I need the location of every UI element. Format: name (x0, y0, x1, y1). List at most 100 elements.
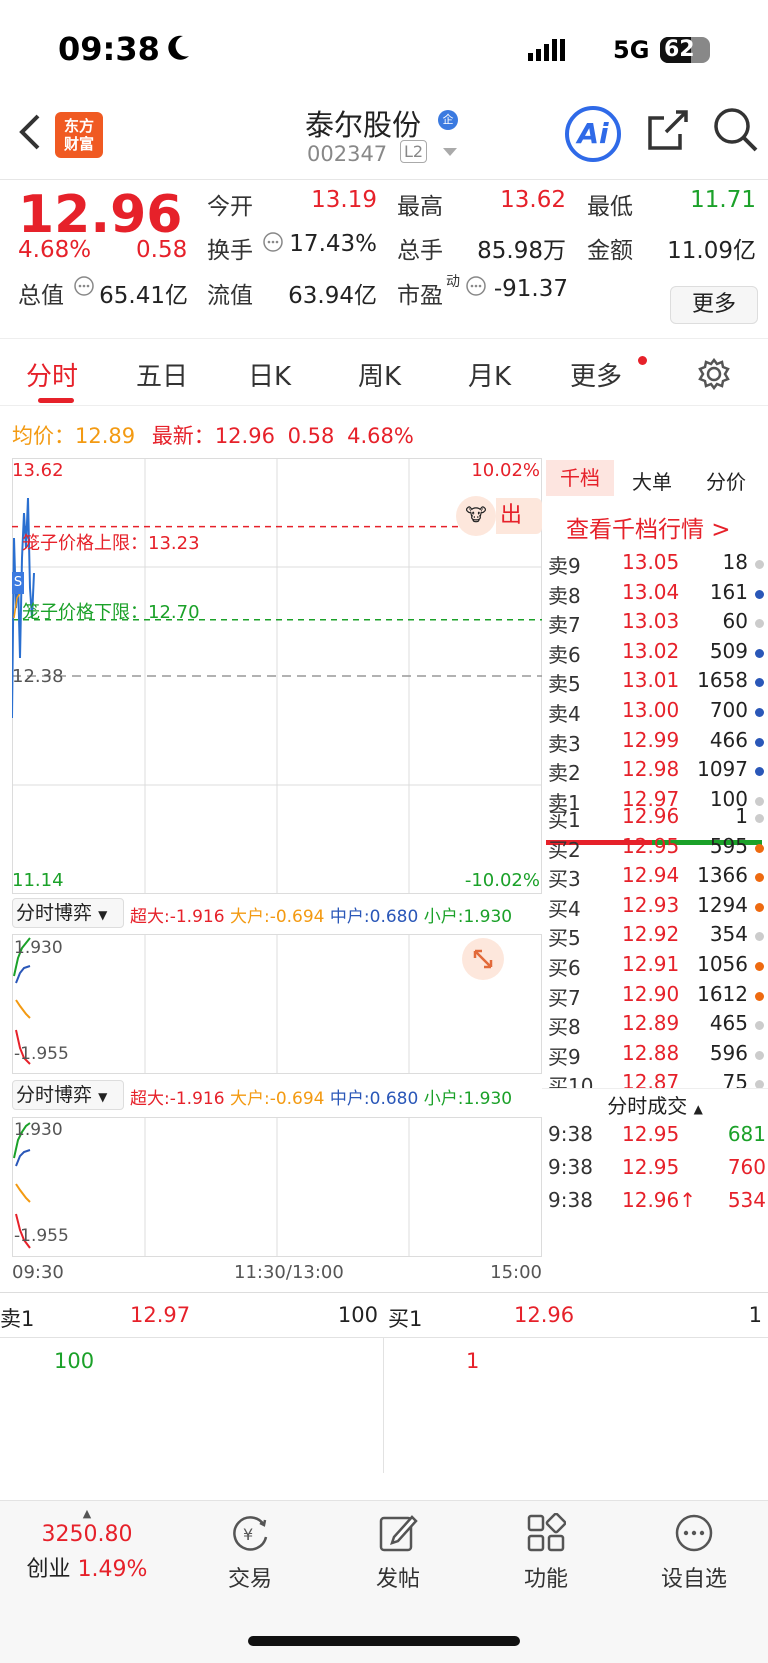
tab-intraday[interactable]: 分时 (26, 356, 78, 393)
change-amount: 0.58 (136, 237, 188, 263)
trade-yen-icon: ¥ (233, 1516, 268, 1551)
level2-badge[interactable]: L2 (400, 140, 428, 163)
prev-close-price: 12.38 (12, 666, 64, 687)
sell-marker[interactable]: S (12, 572, 24, 594)
chevron-down-icon[interactable] (442, 146, 458, 158)
tab-more[interactable]: 更多 (570, 356, 622, 393)
functions-tab[interactable]: 功能 (471, 1501, 621, 1593)
bid-volume: 1056 (697, 952, 748, 976)
exit-button[interactable]: 出 (496, 498, 542, 534)
trade-tab[interactable]: ¥ 交易 (175, 1501, 325, 1593)
bid-volume: 595 (709, 833, 748, 858)
chart-low-price: 11.14 (12, 870, 64, 891)
more-button[interactable]: 更多 (670, 286, 758, 324)
ask-row: 卖4 13.00 700 (548, 698, 768, 728)
ask-price: 13.03 (622, 609, 680, 634)
tab-thousand-level[interactable]: 千档 (546, 460, 614, 496)
trade-row: 9:38 12.95 760 (548, 1155, 768, 1185)
bid-level: 买9 (548, 1044, 581, 1069)
amount-value: 11.09亿 (667, 238, 756, 264)
order-dot (755, 560, 764, 569)
bid-level: 买3 (548, 867, 581, 892)
info-icon[interactable] (465, 275, 487, 297)
trade-time: 9:38 (548, 1155, 593, 1179)
sell1-label: 卖1 (0, 1307, 35, 1331)
ask-level: 卖6 (548, 642, 581, 667)
view-full-book-link[interactable]: 查看千档行情 > (566, 510, 731, 544)
time-label-open: 09:30 (12, 1262, 64, 1283)
float-label: 流值 (207, 283, 253, 309)
ask-row: 卖3 12.99 466 (548, 728, 768, 758)
ask-row: 卖6 13.02 509 (548, 639, 768, 669)
indicator-select[interactable]: 分时博弈 ▼ (12, 1080, 124, 1110)
indicator-select[interactable]: 分时博弈 ▼ (12, 898, 124, 928)
tab-price-dist[interactable]: 分价 (706, 466, 746, 495)
order-dot (755, 1050, 764, 1060)
search-icon[interactable] (712, 106, 758, 154)
ai-button[interactable]: Ai (565, 106, 621, 162)
ask-volume: 18 (722, 550, 748, 574)
ask-row: 卖8 13.04 161 (548, 580, 768, 610)
add-watchlist-tab[interactable]: 设自选 (619, 1501, 768, 1593)
time-label-noon: 11:30/13:00 (234, 1262, 344, 1283)
expand-icon[interactable] (462, 938, 504, 980)
bid-price: 12.91 (622, 952, 680, 976)
order-dot (755, 932, 764, 942)
mascot-icon[interactable]: 🐮 (456, 496, 496, 536)
avg-label: 均价： (12, 424, 75, 448)
order-dot (755, 737, 764, 747)
ask-price: 13.05 (622, 550, 680, 574)
latest-value: 12.96 (214, 424, 275, 448)
order-dot (755, 767, 764, 777)
stock-code: 002347 (307, 142, 388, 166)
ask-row: 卖2 12.98 1097 (548, 757, 768, 787)
grid-apps-icon (527, 1512, 567, 1552)
latest-change: 0.58 (287, 424, 335, 448)
ask-row: 卖7 13.03 60 (548, 609, 768, 639)
bid-level: 买6 (548, 956, 581, 980)
bid-price: 12.95 (622, 833, 680, 858)
back-icon[interactable] (18, 112, 42, 152)
settings-gear-icon[interactable] (698, 358, 730, 390)
ask-volume: 466 (709, 727, 748, 752)
svg-text:¥: ¥ (243, 1525, 253, 1544)
chart-canvas (12, 458, 542, 1257)
index-ticker[interactable]: ▲ 3250.80 创业 1.49% (12, 1501, 162, 1583)
ask-price: 12.98 (622, 757, 680, 782)
ask-level: 卖9 (548, 554, 581, 578)
trade-volume: 534 (727, 1188, 766, 1212)
mcap-value: 65.41亿 (99, 283, 188, 309)
tab-five-day[interactable]: 五日 (136, 356, 188, 393)
moon-icon (168, 35, 189, 60)
sell1-volume: 100 (337, 1303, 378, 1327)
intraday-chart[interactable]: 13.62 10.02% 12.38 11.14 -10.02% 笼子价格上限：… (12, 458, 542, 1288)
tab-monthly-k[interactable]: 月K (468, 356, 511, 393)
trade-time: 9:38 (548, 1188, 593, 1212)
clock: 09:38 (58, 30, 160, 68)
trade-price: 12.95 (622, 1122, 680, 1146)
tab-big-order[interactable]: 大单 (632, 466, 672, 495)
chart-low-pct: -10.02% (464, 870, 540, 891)
ask-volume: 700 (709, 698, 748, 722)
period-tabs: 分时 五日 日K 周K 月K 更多 (0, 340, 768, 406)
ask-price: 13.01 (622, 668, 680, 693)
share-icon[interactable] (646, 108, 690, 152)
money-flow-legend: 超大:-1.916 大户:-0.694 中户:0.680 小户:1.930 (130, 907, 513, 927)
notification-dot (638, 356, 647, 365)
tab-weekly-k[interactable]: 周K (358, 356, 401, 393)
app-logo[interactable]: 东方 财富 (55, 112, 103, 158)
more-dots-icon (675, 1514, 713, 1552)
panel-top-value: 1.930 (14, 938, 63, 958)
mcap-label: 总值 (18, 283, 64, 309)
info-icon[interactable] (73, 275, 95, 297)
post-tab[interactable]: 发帖 (323, 1501, 473, 1593)
index-value: 3250.80 (41, 1522, 133, 1547)
change-percent: 4.68% (18, 237, 92, 263)
info-icon[interactable] (262, 231, 284, 253)
tab-daily-k[interactable]: 日K (248, 356, 291, 393)
bid-price: 12.94 (622, 863, 680, 888)
status-bar: 09:38 5G 62 (0, 0, 768, 100)
buy-queue-qty: 1 (466, 1349, 480, 1373)
trades-header[interactable]: 分时成交 ▲ (542, 1088, 768, 1122)
home-indicator (248, 1636, 520, 1646)
